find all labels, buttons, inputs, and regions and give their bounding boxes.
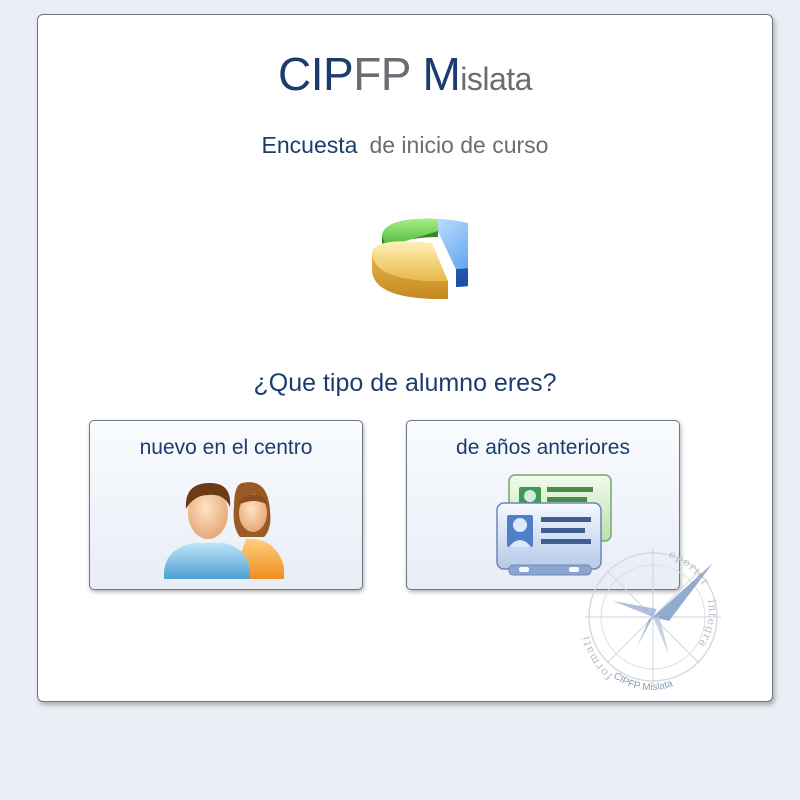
survey-panel: CIPFP Mislata Encuesta de inicio de curso [37,14,773,702]
question-heading: ¿Que tipo de alumno eres? [253,369,557,397]
logo-text-islata: islata [460,61,532,97]
svg-text:CIPFP Mislata: CIPFP Mislata [611,671,675,694]
pie-chart-icon [372,218,468,299]
option-new-student-label: nuevo en el centro [139,436,313,459]
logo-text-fp: FP [353,48,423,100]
svg-text:integra: integra [695,599,719,651]
option-new-student-button[interactable]: nuevo en el centro [89,420,363,590]
site-logo: CIPFP Mislata [38,48,772,105]
option-returning-student-label: de años anteriores [456,436,630,459]
page-subtitle: Encuesta de inicio de curso [38,131,772,159]
seal-text-bottom: CIPFP Mislata [611,671,675,694]
watermark-seal-icon: formati eperioris integra CIPFP Mislata [573,545,721,694]
logo-text-cip: CIP [278,48,354,100]
seal-text-far-right: integra [695,599,718,651]
svg-text:formati: formati [579,634,615,682]
logo-text-m: M [422,48,461,100]
subtitle-rest: de inicio de curso [369,132,549,158]
seal-text-left: formati [579,634,614,682]
subtitle-encuesta: Encuesta [261,132,358,158]
people-icon [163,482,284,579]
